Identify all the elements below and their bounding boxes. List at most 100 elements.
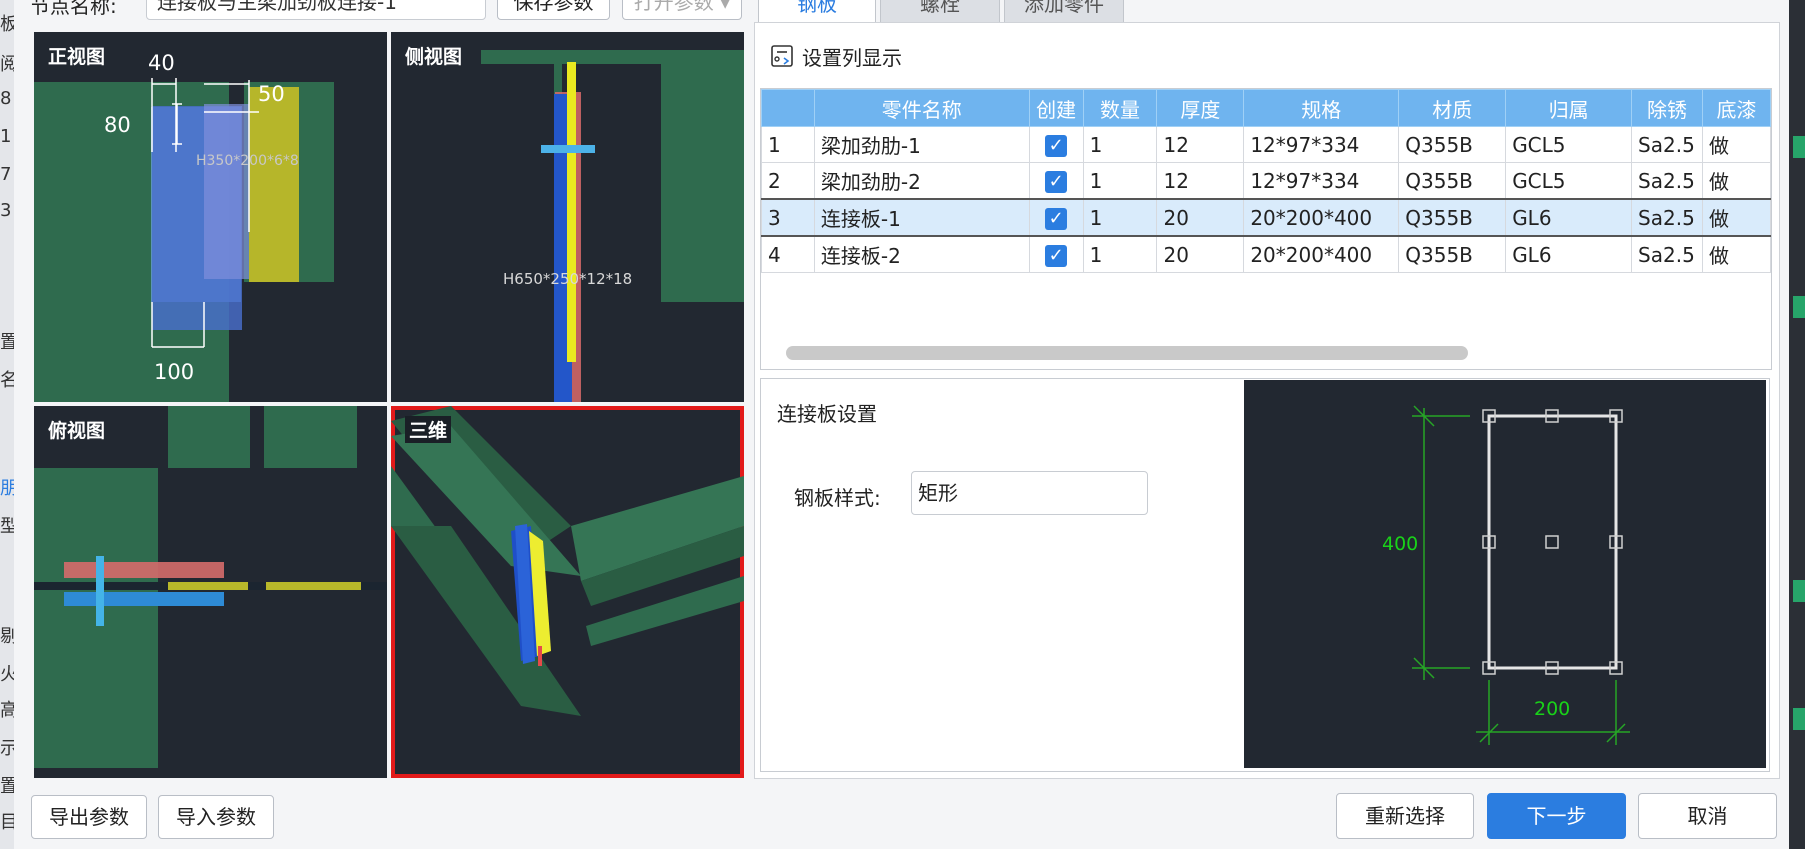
qty-cell[interactable]: 1 [1082, 126, 1158, 163]
qty-cell[interactable]: 1 [1082, 235, 1158, 273]
rust-cell[interactable]: Sa2.5 [1631, 162, 1704, 200]
primer-cell[interactable]: 做 [1702, 198, 1771, 237]
parts-table-panel: 零件名称 创建 数量 厚度 规格 材质 归属 除锈 底漆 1 梁加劲肋-1 ✓ … [760, 88, 1772, 370]
material-cell[interactable]: Q355B [1398, 162, 1507, 200]
dim-label: 40 [148, 51, 175, 75]
column-header[interactable]: 底漆 [1702, 89, 1771, 127]
thickness-cell[interactable]: 20 [1156, 235, 1245, 273]
three-d-view[interactable]: 三维 [391, 406, 744, 778]
plate-preview: 400 200 [1244, 380, 1766, 768]
dim-label: 80 [104, 113, 131, 137]
cancel-button[interactable]: 取消 [1638, 793, 1777, 839]
front-view[interactable]: 40 50 80 100 H350*200*6*8 正视图 [34, 32, 387, 402]
column-header[interactable]: 厚度 [1156, 89, 1245, 127]
side-view[interactable]: H650*250*12*18 侧视图 [391, 32, 744, 402]
thickness-cell[interactable]: 12 [1156, 162, 1245, 200]
create-checkbox[interactable]: ✓ [1045, 134, 1068, 157]
part-name[interactable]: 梁加劲肋-2 [813, 162, 1030, 200]
top-view-drawing [34, 406, 387, 768]
column-header[interactable] [761, 89, 815, 127]
top-view-label: 俯视图 [48, 420, 106, 442]
material-cell[interactable]: Q355B [1398, 198, 1507, 237]
column-header[interactable]: 零件名称 [813, 89, 1030, 127]
rust-cell[interactable]: Sa2.5 [1631, 126, 1704, 163]
open-params-dropdown[interactable]: 打开参数 ▾ [622, 0, 742, 20]
qty-cell[interactable]: 1 [1082, 162, 1158, 200]
dim-label: 50 [258, 82, 285, 106]
create-cell: ✓ [1028, 162, 1084, 200]
spec-cell[interactable]: 20*200*400 [1243, 198, 1400, 237]
column-header[interactable]: 数量 [1082, 89, 1158, 127]
create-cell: ✓ [1028, 235, 1084, 273]
next-step-button[interactable]: 下一步 [1487, 793, 1626, 839]
belong-cell[interactable]: GCL5 [1505, 162, 1633, 200]
tab-bolts[interactable]: 螺栓 [880, 0, 1000, 22]
spec-cell[interactable]: 12*97*334 [1243, 126, 1400, 163]
spec-cell[interactable]: 12*97*334 [1243, 162, 1400, 200]
reselect-button[interactable]: 重新选择 [1336, 793, 1474, 839]
create-cell: ✓ [1028, 198, 1084, 237]
qty-cell[interactable]: 1 [1082, 198, 1158, 237]
node-name-label: 节点名称: [30, 0, 117, 18]
plate-settings-title: 连接板设置 [777, 402, 877, 426]
column-settings-label: 设置列显示 [802, 46, 902, 70]
primer-cell[interactable]: 做 [1702, 126, 1771, 163]
front-view-drawing: 40 50 80 100 H350*200*6*8 [34, 51, 334, 402]
node-name-input[interactable]: 连接板与主梁加劲板连接-1 [146, 0, 486, 20]
import-params-button[interactable]: 导入参数 [158, 795, 274, 839]
belong-cell[interactable]: GL6 [1505, 235, 1633, 273]
material-cell[interactable]: Q355B [1398, 235, 1507, 273]
parts-table: 零件名称 创建 数量 厚度 规格 材质 归属 除锈 底漆 1 梁加劲肋-1 ✓ … [761, 89, 1771, 273]
side-view-drawing: H650*250*12*18 [481, 50, 744, 402]
column-settings-icon [771, 44, 793, 67]
top-view[interactable]: 俯视图 [34, 406, 387, 778]
rust-cell[interactable]: Sa2.5 [1631, 235, 1704, 273]
thickness-cell[interactable]: 20 [1156, 198, 1245, 237]
export-params-button[interactable]: 导出参数 [31, 795, 147, 839]
side-view-label: 侧视图 [405, 46, 463, 68]
table-row-selected[interactable]: 3 连接板-1 ✓ 1 20 20*200*400 Q355B GL6 Sa2.… [761, 198, 1771, 237]
rust-cell[interactable]: Sa2.5 [1631, 198, 1704, 237]
part-name[interactable]: 梁加劲肋-1 [813, 126, 1030, 163]
three-d-view-label: 三维 [405, 416, 452, 443]
column-header[interactable]: 归属 [1505, 89, 1633, 127]
table-header-row: 零件名称 创建 数量 厚度 规格 材质 归属 除锈 底漆 [761, 89, 1771, 127]
material-cell[interactable]: Q355B [1398, 126, 1507, 163]
part-name[interactable]: 连接板-1 [813, 198, 1030, 237]
section-label: H350*200*6*8 [196, 153, 299, 169]
belong-cell[interactable]: GL6 [1505, 198, 1633, 237]
height-dimension: 400 [1382, 533, 1418, 555]
column-header[interactable]: 材质 [1398, 89, 1507, 127]
background-app-strip: 板 阅 8 1 7 3 置 名 朋 型 剔 火 高 示 置 目 [0, 0, 18, 849]
plate-style-select[interactable]: 矩形 [911, 471, 1148, 515]
table-horizontal-scrollbar[interactable] [786, 346, 1468, 360]
background-app-right [1789, 0, 1805, 849]
bg-char: 8 [0, 88, 12, 109]
primer-cell[interactable]: 做 [1702, 162, 1771, 200]
spec-cell[interactable]: 20*200*400 [1243, 235, 1400, 273]
table-row[interactable]: 2 梁加劲肋-2 ✓ 1 12 12*97*334 Q355B GCL5 Sa2… [761, 162, 1771, 200]
primer-cell[interactable]: 做 [1702, 235, 1771, 273]
column-header[interactable]: 创建 [1028, 89, 1084, 127]
table-row[interactable]: 1 梁加劲肋-1 ✓ 1 12 12*97*334 Q355B GCL5 Sa2… [761, 126, 1771, 163]
tab-add-parts[interactable]: 添加零件 [1004, 0, 1124, 22]
column-header[interactable]: 除锈 [1631, 89, 1704, 127]
create-checkbox[interactable]: ✓ [1045, 207, 1068, 230]
save-params-button[interactable]: 保存参数 [497, 0, 610, 20]
belong-cell[interactable]: GCL5 [1505, 126, 1633, 163]
row-number: 4 [761, 235, 815, 273]
create-checkbox[interactable]: ✓ [1045, 244, 1068, 267]
part-name[interactable]: 连接板-2 [813, 235, 1030, 273]
dim-label: 100 [154, 360, 194, 384]
bg-char: 7 [0, 164, 12, 185]
create-checkbox[interactable]: ✓ [1045, 170, 1068, 193]
table-row[interactable]: 4 连接板-2 ✓ 1 20 20*200*400 Q355B GL6 Sa2.… [761, 235, 1771, 273]
column-settings-link[interactable]: 设置列显示 [770, 42, 902, 71]
row-number: 3 [761, 198, 815, 237]
bg-char: 1 [0, 126, 12, 147]
front-view-label: 正视图 [48, 46, 106, 68]
column-header[interactable]: 规格 [1243, 89, 1400, 127]
thickness-cell[interactable]: 12 [1156, 126, 1245, 163]
row-number: 2 [761, 162, 815, 200]
tab-steel-plate[interactable]: 钢板 [758, 0, 876, 22]
